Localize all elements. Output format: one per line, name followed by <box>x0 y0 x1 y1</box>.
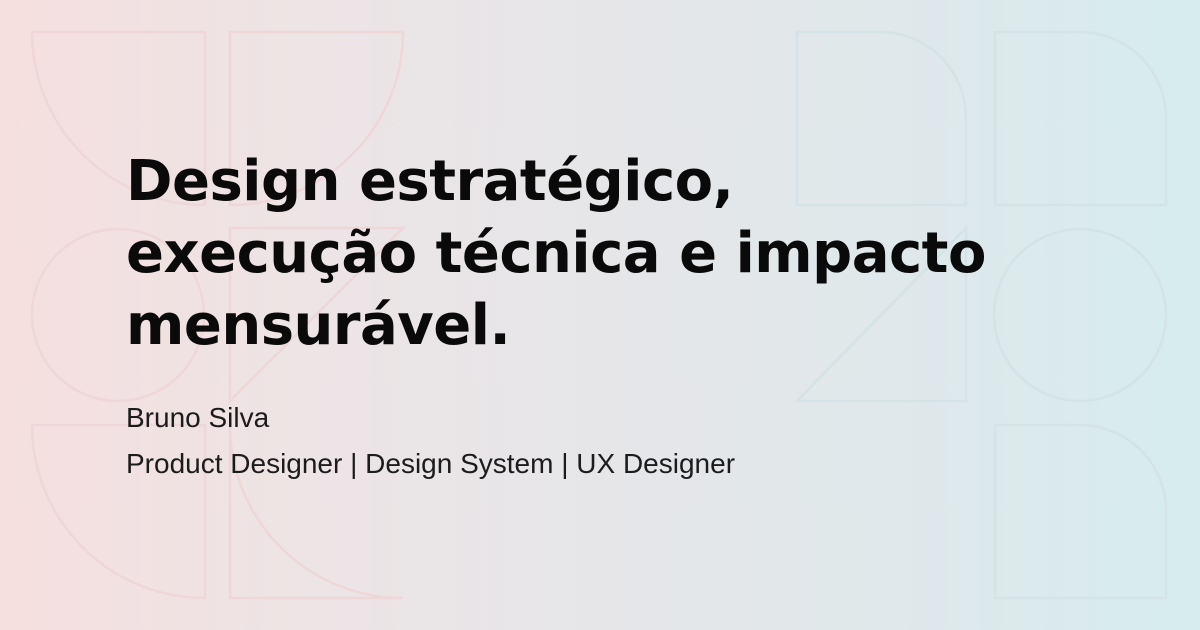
card-content: Design estratégico, execução técnica e i… <box>126 146 1166 481</box>
headline-line: mensurável. <box>126 293 511 358</box>
headline: Design estratégico, execução técnica e i… <box>126 146 1166 362</box>
headline-line: execução técnica e impacto <box>126 221 986 286</box>
author-roles: Product Designer | Design System | UX De… <box>126 448 736 479</box>
social-share-card: Design estratégico, execução técnica e i… <box>0 0 1200 630</box>
author-name: Bruno Silva <box>126 402 270 433</box>
headline-line: Design estratégico, <box>126 149 734 214</box>
